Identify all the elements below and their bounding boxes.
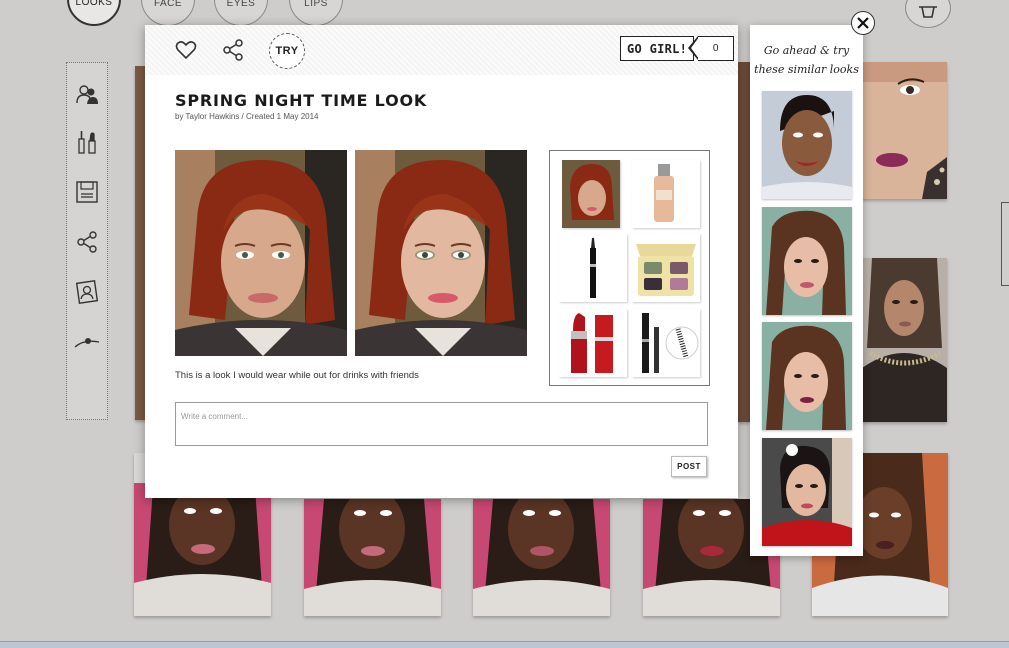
similar-title-line2: these similar looks <box>754 63 859 76</box>
users-icon[interactable] <box>74 81 100 107</box>
share-icon[interactable] <box>221 38 245 62</box>
go-girl-vote[interactable]: GO GIRL! 0 <box>620 35 735 61</box>
tab-face[interactable]: FACE <box>141 0 195 26</box>
foundation-bottle-image <box>632 160 700 228</box>
product-eyeshadow-palette[interactable] <box>632 234 700 302</box>
tab-looks[interactable]: LOOKS <box>67 0 121 26</box>
share-icon[interactable] <box>74 229 100 255</box>
similar-look-4[interactable] <box>762 438 852 546</box>
look-byline: by Taylor Hawkins / Created 1 May 2014 <box>175 112 318 121</box>
look-detail-modal: TRY GO GIRL! 0 SPRING NIGHT TIME LOOK by… <box>145 25 738 498</box>
left-tool-rail <box>66 62 108 420</box>
look-thumbnail <box>562 160 620 228</box>
tab-looks-label: LOOKS <box>75 0 113 8</box>
eyeliner-pen-image <box>559 234 627 302</box>
byline-date: / Created 1 May 2014 <box>239 112 319 121</box>
products-panel <box>549 150 710 386</box>
look-photo <box>175 150 347 356</box>
similar-look-3[interactable] <box>762 322 852 430</box>
try-button[interactable]: TRY <box>269 33 305 69</box>
product-look-thumbnail[interactable] <box>562 160 620 228</box>
look-title: SPRING NIGHT TIME LOOK <box>175 91 428 110</box>
background-look-tile[interactable] <box>862 258 947 422</box>
mirror-icon <box>919 6 937 18</box>
similar-looks-title: Go ahead & try these similar looks <box>750 41 863 79</box>
tab-lips-label: LIPS <box>304 0 328 9</box>
similar-look-photo <box>762 438 852 546</box>
similar-look-2[interactable] <box>762 207 852 315</box>
profile-photo-icon[interactable] <box>74 279 100 305</box>
makeup-tools-icon[interactable] <box>74 129 100 155</box>
tab-eyes-label: EYES <box>226 0 256 9</box>
close-modal-button[interactable] <box>851 11 875 35</box>
try-button-label: TRY <box>275 45 299 57</box>
product-lipstick[interactable] <box>559 309 627 377</box>
comment-input[interactable] <box>175 402 708 446</box>
background-look-tile[interactable] <box>304 499 441 616</box>
similar-look-photo <box>762 207 852 315</box>
tab-lips[interactable]: LIPS <box>289 0 343 26</box>
eyeshadow-palette-image <box>632 234 700 302</box>
similar-look-photo <box>762 322 852 430</box>
modal-header: TRY GO GIRL! 0 <box>145 25 738 75</box>
look-photo <box>473 499 610 616</box>
similar-look-photo <box>762 91 852 199</box>
post-comment-button[interactable]: POST <box>671 456 707 477</box>
after-photo <box>355 150 527 356</box>
look-photo <box>862 258 947 422</box>
byline-prefix: by <box>175 112 186 121</box>
scrollbar-handle[interactable] <box>1001 202 1009 286</box>
tab-eyes[interactable]: EYES <box>214 0 268 26</box>
look-photo <box>355 150 527 356</box>
background-look-tile[interactable] <box>862 62 947 199</box>
background-look-tile[interactable] <box>473 499 610 616</box>
author-link[interactable]: Taylor Hawkins <box>186 112 240 121</box>
heart-icon[interactable] <box>174 38 198 62</box>
similar-title-line1: Go ahead & try <box>763 44 850 57</box>
look-photo <box>862 62 947 199</box>
os-taskbar <box>0 641 1009 648</box>
product-foundation[interactable] <box>632 160 700 228</box>
similar-look-1[interactable] <box>762 91 852 199</box>
go-girl-button[interactable]: GO GIRL! <box>620 36 695 61</box>
product-mascara[interactable] <box>632 309 700 377</box>
look-photo <box>304 499 441 616</box>
go-girl-count: 0 <box>688 35 735 61</box>
look-description: This is a look I would wear while out fo… <box>175 370 419 381</box>
similar-looks-panel: Go ahead & try these similar looks <box>750 25 863 556</box>
product-eyeliner[interactable] <box>559 234 627 302</box>
before-photo <box>175 150 347 356</box>
save-icon[interactable] <box>74 179 100 205</box>
mascara-image <box>632 309 700 377</box>
close-icon <box>857 17 869 29</box>
slider-icon[interactable] <box>74 329 100 355</box>
tab-face-label: FACE <box>153 0 183 9</box>
background-look-tile[interactable] <box>738 62 750 422</box>
lipstick-image <box>559 309 627 377</box>
